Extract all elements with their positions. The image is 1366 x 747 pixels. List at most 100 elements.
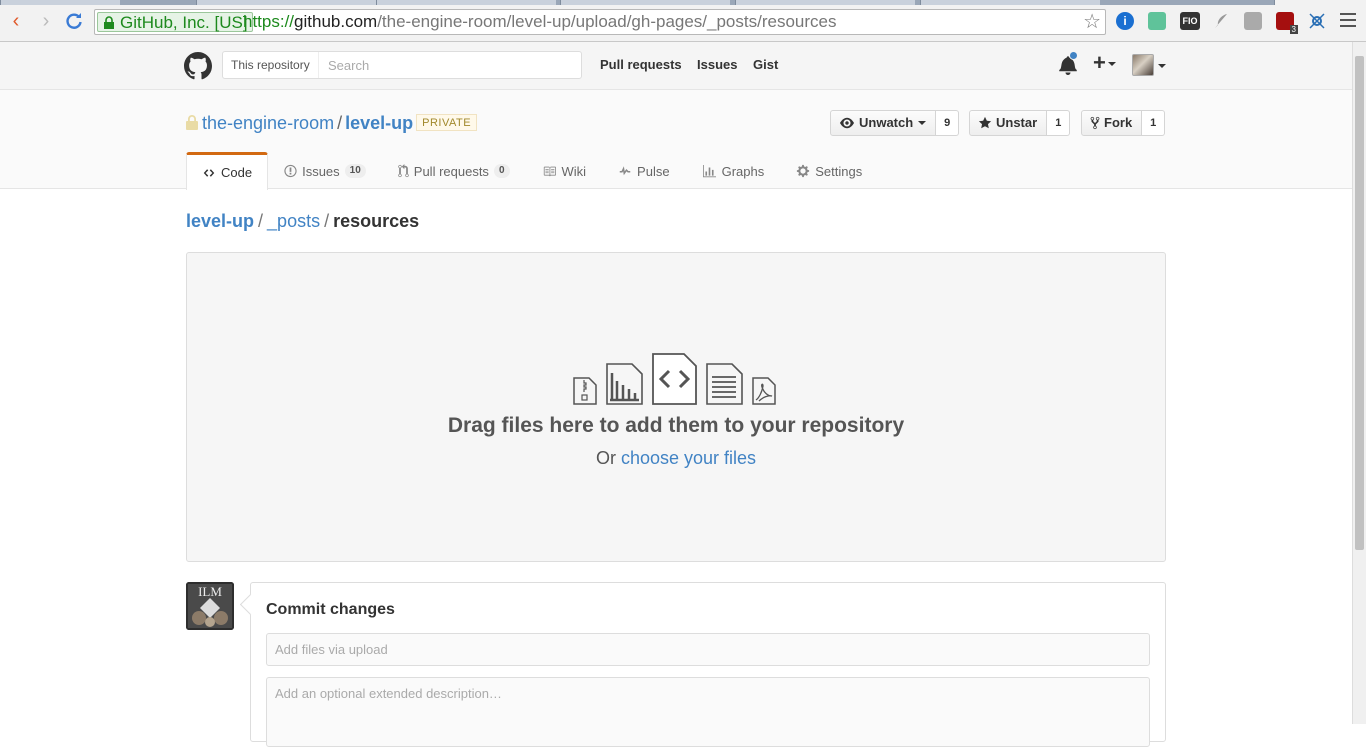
plus-icon: + bbox=[1093, 50, 1106, 75]
fork-icon bbox=[1090, 116, 1100, 130]
forward-icon[interactable]: › bbox=[36, 11, 56, 31]
dropzone-subtitle: Or choose your files bbox=[187, 448, 1165, 469]
audio-icon[interactable] bbox=[1148, 12, 1166, 30]
address-bar[interactable]: GitHub, Inc. [US] https://github.com/the… bbox=[94, 9, 1106, 35]
tab-wiki[interactable]: Wiki bbox=[526, 152, 603, 189]
pulse-icon bbox=[619, 166, 631, 176]
pull-requests-counter: 0 bbox=[493, 164, 510, 178]
gear-icon bbox=[797, 164, 810, 178]
ev-certificate-badge[interactable]: GitHub, Inc. [US] bbox=[97, 12, 253, 32]
breadcrumb-root-link[interactable]: level-up bbox=[186, 211, 254, 231]
search-input[interactable] bbox=[320, 52, 580, 78]
commit-author-avatar[interactable]: ILM bbox=[186, 582, 234, 630]
avatar-image: ILM bbox=[186, 582, 234, 630]
repo-title: the-engine-room / level-up PRIVATE bbox=[186, 112, 478, 134]
url-path: /the-engine-room/level-up/upload/gh-page… bbox=[377, 12, 837, 31]
chevron-down-icon[interactable] bbox=[1158, 64, 1166, 68]
avatar-lettering: ILM bbox=[198, 584, 222, 599]
ublock-badge: 3 bbox=[1289, 25, 1298, 34]
tab-pull-requests-label: Pull requests bbox=[413, 163, 489, 179]
repo-owner-link[interactable]: the-engine-room bbox=[202, 113, 334, 133]
tab-wiki-label: Wiki bbox=[561, 163, 587, 179]
pull-request-icon bbox=[398, 164, 409, 178]
text-file-icon bbox=[706, 363, 743, 405]
tab-code[interactable]: Code bbox=[186, 152, 269, 190]
bookmark-star-icon[interactable]: ☆ bbox=[1083, 11, 1101, 33]
breadcrumb-dir-link[interactable]: _posts bbox=[267, 211, 320, 231]
zip-file-icon bbox=[573, 377, 597, 405]
notification-indicator bbox=[1069, 51, 1078, 60]
unstar-label: Unstar bbox=[996, 115, 1038, 130]
tab-settings[interactable]: Settings bbox=[780, 152, 878, 189]
page-scrollbar[interactable] bbox=[1352, 42, 1366, 724]
info-icon[interactable]: i bbox=[1116, 12, 1134, 30]
tab-graphs[interactable]: Graphs bbox=[686, 152, 781, 189]
camera-icon[interactable] bbox=[1244, 12, 1262, 30]
tab-pull-requests[interactable]: Pull requests 0 bbox=[382, 152, 526, 189]
dropzone-title: Drag files here to add them to your repo… bbox=[447, 414, 905, 437]
chevron-down-icon bbox=[1107, 62, 1116, 67]
file-type-icons bbox=[573, 353, 783, 405]
tab-issues[interactable]: Issues 10 bbox=[268, 152, 382, 189]
nav-pull-requests[interactable]: Pull requests bbox=[600, 57, 682, 72]
stargazers-count[interactable]: 1 bbox=[1047, 110, 1071, 136]
unstar-button[interactable]: Unstar bbox=[969, 110, 1048, 136]
browser-tab[interactable] bbox=[196, 0, 376, 5]
fork-label: Fork bbox=[1104, 115, 1133, 130]
issues-counter: 10 bbox=[344, 164, 366, 178]
user-avatar[interactable] bbox=[1132, 54, 1154, 76]
tab-settings-label: Settings bbox=[815, 163, 863, 179]
lock-icon bbox=[186, 115, 198, 130]
breadcrumb-separator: / bbox=[258, 211, 264, 231]
tab-pulse[interactable]: Pulse bbox=[602, 152, 686, 189]
breadcrumb-current: resources bbox=[333, 211, 420, 231]
graph-icon bbox=[702, 164, 716, 177]
url-text[interactable]: https://github.com/the-engine-room/level… bbox=[243, 12, 836, 32]
url-scheme: https:// bbox=[243, 12, 295, 31]
url-host: github.com bbox=[294, 12, 378, 31]
browser-tab[interactable] bbox=[0, 0, 120, 5]
book-icon bbox=[543, 166, 556, 176]
unwatch-button[interactable]: Unwatch bbox=[830, 110, 937, 136]
choose-files-link[interactable]: choose your files bbox=[621, 448, 756, 468]
code-icon bbox=[203, 168, 215, 177]
browser-tab[interactable] bbox=[920, 0, 1100, 5]
tab-issues-label: Issues bbox=[302, 163, 340, 179]
private-badge: PRIVATE bbox=[416, 114, 478, 131]
fork-button-group: Fork 1 bbox=[1081, 110, 1166, 136]
upload-dropzone[interactable]: Drag files here to add them to your repo… bbox=[186, 252, 1166, 562]
fork-button[interactable]: Fork bbox=[1081, 110, 1143, 136]
pdf-file-icon bbox=[752, 377, 776, 405]
star-button-group: Unstar 1 bbox=[969, 110, 1071, 136]
tab-graphs-label: Graphs bbox=[721, 163, 765, 179]
scoped-search: This repository bbox=[222, 51, 582, 79]
forks-count[interactable]: 1 bbox=[1142, 110, 1166, 136]
scrollbar-thumb[interactable] bbox=[1355, 56, 1364, 550]
nav-issues[interactable]: Issues bbox=[697, 57, 737, 72]
browser-tab[interactable] bbox=[376, 0, 556, 5]
github-logo-icon[interactable] bbox=[184, 52, 212, 80]
ublock-icon[interactable]: 3 bbox=[1276, 12, 1298, 34]
watchers-count[interactable]: 9 bbox=[936, 110, 960, 136]
browser-tab[interactable] bbox=[560, 0, 730, 5]
back-icon[interactable]: ‹ bbox=[6, 11, 26, 31]
reload-icon[interactable] bbox=[64, 11, 84, 31]
tab-pulse-label: Pulse bbox=[637, 163, 670, 179]
network-icon[interactable] bbox=[1308, 12, 1326, 30]
browser-tab-strip bbox=[0, 0, 1366, 5]
dropzone-or-text: Or bbox=[595, 448, 616, 468]
repo-name-link[interactable]: level-up bbox=[345, 113, 413, 133]
feather-icon[interactable] bbox=[1212, 12, 1230, 30]
browser-tab[interactable] bbox=[735, 0, 915, 5]
create-new-menu[interactable]: + bbox=[1093, 51, 1116, 75]
commit-summary-input[interactable] bbox=[266, 633, 1150, 666]
watch-button-group: Unwatch 9 bbox=[830, 110, 960, 136]
breadcrumb: level-up / _posts / resources bbox=[186, 209, 419, 233]
graph-file-icon bbox=[606, 363, 643, 405]
nav-gist[interactable]: Gist bbox=[753, 57, 778, 72]
title-separator: / bbox=[337, 113, 343, 133]
browser-menu-icon[interactable] bbox=[1340, 13, 1356, 29]
browser-tab-active[interactable] bbox=[1274, 0, 1366, 5]
fio-icon[interactable]: FIO bbox=[1180, 12, 1200, 30]
commit-description-input[interactable] bbox=[266, 677, 1150, 747]
